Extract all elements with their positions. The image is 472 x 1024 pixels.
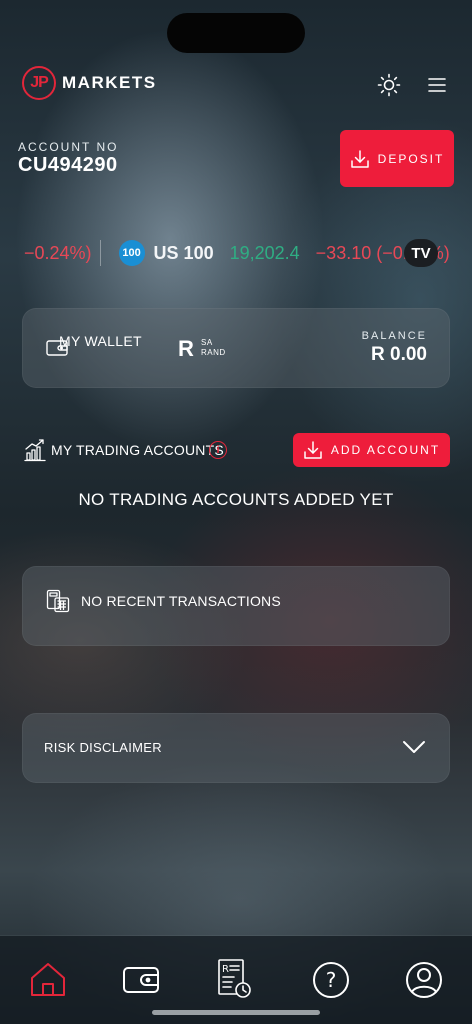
menu-button[interactable]: [424, 72, 450, 98]
add-account-button[interactable]: ADD ACCOUNT: [293, 433, 450, 467]
currency-line1: SA: [201, 338, 213, 347]
nav-statements[interactable]: R: [209, 958, 259, 1002]
chevron-down-icon[interactable]: [402, 739, 426, 760]
chart-growth-icon: [24, 438, 46, 467]
trading-accounts-label: MY TRADING ACCOUNTS: [51, 442, 224, 458]
svg-text:?: ?: [326, 968, 337, 992]
ticker-badge: 100: [118, 240, 145, 266]
currency-name: SA RAND: [201, 338, 226, 358]
ticker-value: 19,202.4: [229, 242, 300, 263]
help-icon: ?: [313, 962, 349, 998]
balance-label: BALANCE: [361, 330, 427, 342]
info-icon[interactable]: i: [209, 441, 227, 459]
market-ticker[interactable]: −0.24%) 100 US 100 19,202.4 −33.10 (−0.1…: [0, 236, 472, 270]
account-number: CU494290: [18, 154, 118, 176]
ticker-prev-change: −0.24%): [24, 242, 92, 263]
camera-notch: [167, 13, 305, 53]
svg-text:R: R: [222, 964, 229, 975]
wallet-icon: [123, 967, 159, 993]
deposit-button[interactable]: DEPOSIT: [340, 130, 454, 187]
deposit-label: DEPOSIT: [377, 151, 445, 166]
currency-line2: RAND: [201, 348, 226, 357]
nav-profile[interactable]: [399, 958, 449, 1002]
balance-value: R 0.00: [371, 344, 427, 365]
wallet-label: MY WALLET: [59, 333, 142, 349]
ticker-symbol: US 100: [153, 242, 214, 263]
sun-icon: [377, 73, 401, 97]
no-trading-accounts-message: NO TRADING ACCOUNTS ADDED YET: [78, 490, 394, 509]
logo-badge: JP: [22, 66, 56, 100]
download-icon: [350, 149, 369, 168]
risk-disclaimer-label: RISK DISCLAIMER: [44, 740, 162, 755]
download-icon: [304, 441, 322, 459]
nav-help[interactable]: ?: [306, 958, 356, 1002]
no-recent-transactions-message: NO RECENT TRANSACTIONS: [81, 593, 281, 609]
hamburger-icon: [428, 78, 446, 92]
ticker-divider: [99, 240, 101, 266]
statement-icon: R: [218, 959, 251, 998]
transactions-icon: [46, 589, 70, 618]
profile-icon: [406, 962, 442, 998]
brand-logo: JP MARKETS: [22, 66, 157, 100]
theme-toggle-button[interactable]: [375, 71, 403, 99]
logo-text: MARKETS: [62, 73, 157, 92]
add-account-label: ADD ACCOUNT: [330, 443, 441, 457]
currency-symbol: R: [178, 336, 194, 361]
home-icon: [31, 963, 65, 996]
account-no-label: ACCOUNT NO: [18, 140, 119, 154]
home-indicator: [152, 1010, 320, 1015]
tradingview-logo[interactable]: TV: [404, 239, 438, 267]
nav-wallet[interactable]: [116, 958, 166, 1002]
nav-home[interactable]: [23, 958, 73, 1002]
